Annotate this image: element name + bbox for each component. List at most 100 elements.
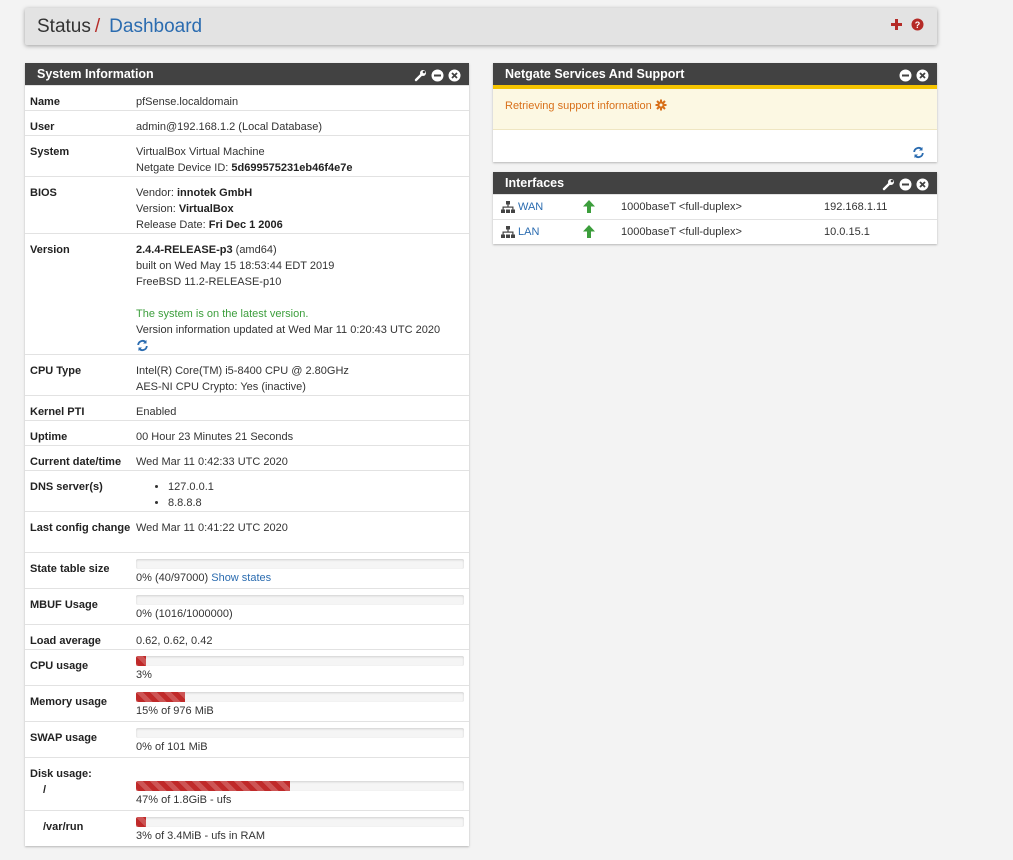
disk-root-progress	[136, 781, 464, 791]
netgate-support-panel: Netgate Services And Support Retrieving …	[493, 63, 937, 162]
memory-value: 15% of 976 MiB	[131, 686, 469, 721]
panel-title: Netgate Services And Support	[505, 67, 685, 81]
bios-vendor-value: innotek GmbH	[176, 187, 253, 199]
user-value: admin@192.168.1.2 (Local Database)	[136, 121, 323, 133]
disk-var-progress-fill	[136, 817, 146, 827]
cpu-usage-label: CPU usage	[30, 660, 89, 672]
swap-label: SWAP usage	[30, 732, 98, 744]
interface-name-link[interactable]: LAN	[518, 226, 539, 238]
last-config-value: Wed Mar 11 0:41:22 UTC 2020	[136, 522, 288, 534]
mbuf-text: 0% (1016/1000000)	[136, 608, 233, 620]
gear-icon	[655, 99, 667, 114]
state-table-value: 0% (40/97000) Show states	[131, 553, 469, 588]
load-value: 0.62, 0.62, 0.42	[136, 635, 213, 647]
bios-value: Vendor: innotek GmbH Version: VirtualBox…	[131, 177, 469, 233]
panel-title: System Information	[37, 67, 154, 81]
refresh-icon[interactable]	[912, 146, 925, 159]
name-label: Name	[30, 96, 60, 108]
breadcrumb-root: Status	[37, 15, 91, 37]
row-mbuf: MBUF Usage 0% (1016/1000000)	[25, 588, 469, 624]
support-message-text: Retrieving support information	[505, 100, 652, 112]
interface-row-wan: WAN 1000baseT <full-duplex> 192.168.1.11	[493, 194, 937, 219]
row-kernel-pti: Kernel PTI Enabled	[25, 395, 469, 420]
close-icon[interactable]	[448, 67, 461, 82]
add-widget-icon[interactable]	[890, 18, 903, 31]
disk-var-value: 3% of 3.4MiB - ufs in RAM	[131, 811, 469, 846]
row-name: Name pfSense.localdomain	[25, 85, 469, 110]
panel-tools	[414, 67, 461, 82]
refresh-version-icon[interactable]	[136, 339, 149, 352]
version-updated: Version information updated at Wed Mar 1…	[136, 324, 441, 336]
support-status-message: Retrieving support information	[493, 89, 937, 130]
bios-vendor-prefix: Vendor:	[136, 187, 177, 199]
swap-value: 0% of 101 MiB	[131, 722, 469, 757]
system-platform: VirtualBox Virtual Machine	[136, 146, 265, 158]
svg-text:?: ?	[915, 20, 921, 30]
network-icon	[501, 226, 515, 241]
interface-media: 1000baseT <full-duplex>	[621, 201, 742, 213]
network-icon	[501, 201, 515, 216]
device-id-prefix: Netgate Device ID:	[136, 162, 232, 174]
row-system: System VirtualBox Virtual Machine Netgat…	[25, 135, 469, 176]
interfaces-panel: Interfaces WAN 1000baseT <full-duplex> 1…	[493, 172, 937, 244]
row-version: Version 2.4.4-RELEASE-p3 (amd64) built o…	[25, 233, 469, 354]
cpu-usage-progress	[136, 656, 464, 666]
show-states-link[interactable]: Show states	[211, 572, 271, 584]
last-config-label: Last config change	[30, 522, 131, 534]
disk-var-text: 3% of 3.4MiB - ufs in RAM	[136, 830, 265, 842]
cpu-usage-text: 3%	[136, 669, 152, 681]
row-load: Load average 0.62, 0.62, 0.42	[25, 624, 469, 649]
row-cpu-type: CPU Type Intel(R) Core(TM) i5-8400 CPU @…	[25, 354, 469, 395]
system-value: VirtualBox Virtual Machine Netgate Devic…	[131, 136, 469, 176]
interface-name-link[interactable]: WAN	[518, 201, 543, 213]
disk-usage-label: Disk usage:	[30, 768, 92, 780]
system-information-panel: System Information Name pfSense.localdom…	[25, 63, 469, 846]
status-up-arrow-icon	[583, 225, 595, 241]
row-dns: DNS server(s) 127.0.0.1 8.8.8.8	[25, 470, 469, 511]
uptime-value: 00 Hour 23 Minutes 21 Seconds	[136, 431, 294, 443]
version-label: Version	[30, 244, 70, 256]
bios-version: Version: VirtualBox	[136, 201, 469, 217]
system-information-header: System Information	[25, 63, 469, 85]
row-cpu-usage: CPU usage 3%	[25, 649, 469, 685]
netgate-device-id: Netgate Device ID: 5d699575231eb46f4e7e	[136, 160, 469, 176]
bios-label: BIOS	[30, 187, 57, 199]
wrench-icon[interactable]	[882, 176, 895, 191]
minimize-icon[interactable]	[431, 67, 444, 82]
help-icon[interactable]: ?	[911, 18, 924, 31]
close-icon[interactable]	[916, 176, 929, 191]
interface-ip: 192.168.1.11	[824, 201, 888, 213]
memory-progress-fill	[136, 692, 186, 702]
memory-label: Memory usage	[30, 696, 108, 708]
breadcrumb-separator: /	[94, 15, 101, 37]
datetime-label: Current date/time	[30, 456, 122, 468]
page-actions: ?	[890, 18, 924, 31]
cpu-crypto: AES-NI CPU Crypto: Yes (inactive)	[136, 381, 306, 393]
close-icon[interactable]	[916, 67, 929, 82]
cpu-usage-progress-fill	[136, 656, 146, 666]
minimize-icon[interactable]	[899, 176, 912, 191]
disk-root-progress-fill	[136, 781, 291, 791]
disk-var-progress	[136, 817, 464, 827]
cpu-type-value: Intel(R) Core(TM) i5-8400 CPU @ 2.80GHz …	[131, 355, 469, 395]
version-status: The system is on the latest version.	[136, 308, 309, 320]
version-built: built on Wed May 15 18:53:44 EDT 2019	[136, 260, 335, 272]
version-freebsd: FreeBSD 11.2-RELEASE-p10	[136, 276, 282, 288]
row-state-table: State table size 0% (40/97000) Show stat…	[25, 552, 469, 588]
minimize-icon[interactable]	[899, 67, 912, 82]
dns-server-item: 127.0.0.1	[168, 479, 469, 495]
row-disk-var: /var/run 3% of 3.4MiB - ufs in RAM	[25, 810, 469, 846]
version-main: 2.4.4-RELEASE-p3	[136, 244, 233, 256]
state-table-label: State table size	[30, 563, 110, 575]
version-release: 2.4.4-RELEASE-p3 (amd64)	[136, 242, 469, 258]
bios-date-value: Fri Dec 1 2006	[208, 219, 283, 231]
wrench-icon[interactable]	[414, 67, 427, 82]
breadcrumb-dashboard-link[interactable]: Dashboard	[109, 16, 202, 38]
swap-text: 0% of 101 MiB	[136, 741, 208, 753]
panel-tools	[882, 176, 929, 191]
user-label: User	[30, 121, 55, 133]
panel-tools	[899, 67, 929, 82]
version-value: 2.4.4-RELEASE-p3 (amd64) built on Wed Ma…	[131, 234, 469, 354]
interface-row-lan: LAN 1000baseT <full-duplex> 10.0.15.1	[493, 219, 937, 244]
breadcrumb: Status / Dashboard ?	[25, 8, 937, 45]
